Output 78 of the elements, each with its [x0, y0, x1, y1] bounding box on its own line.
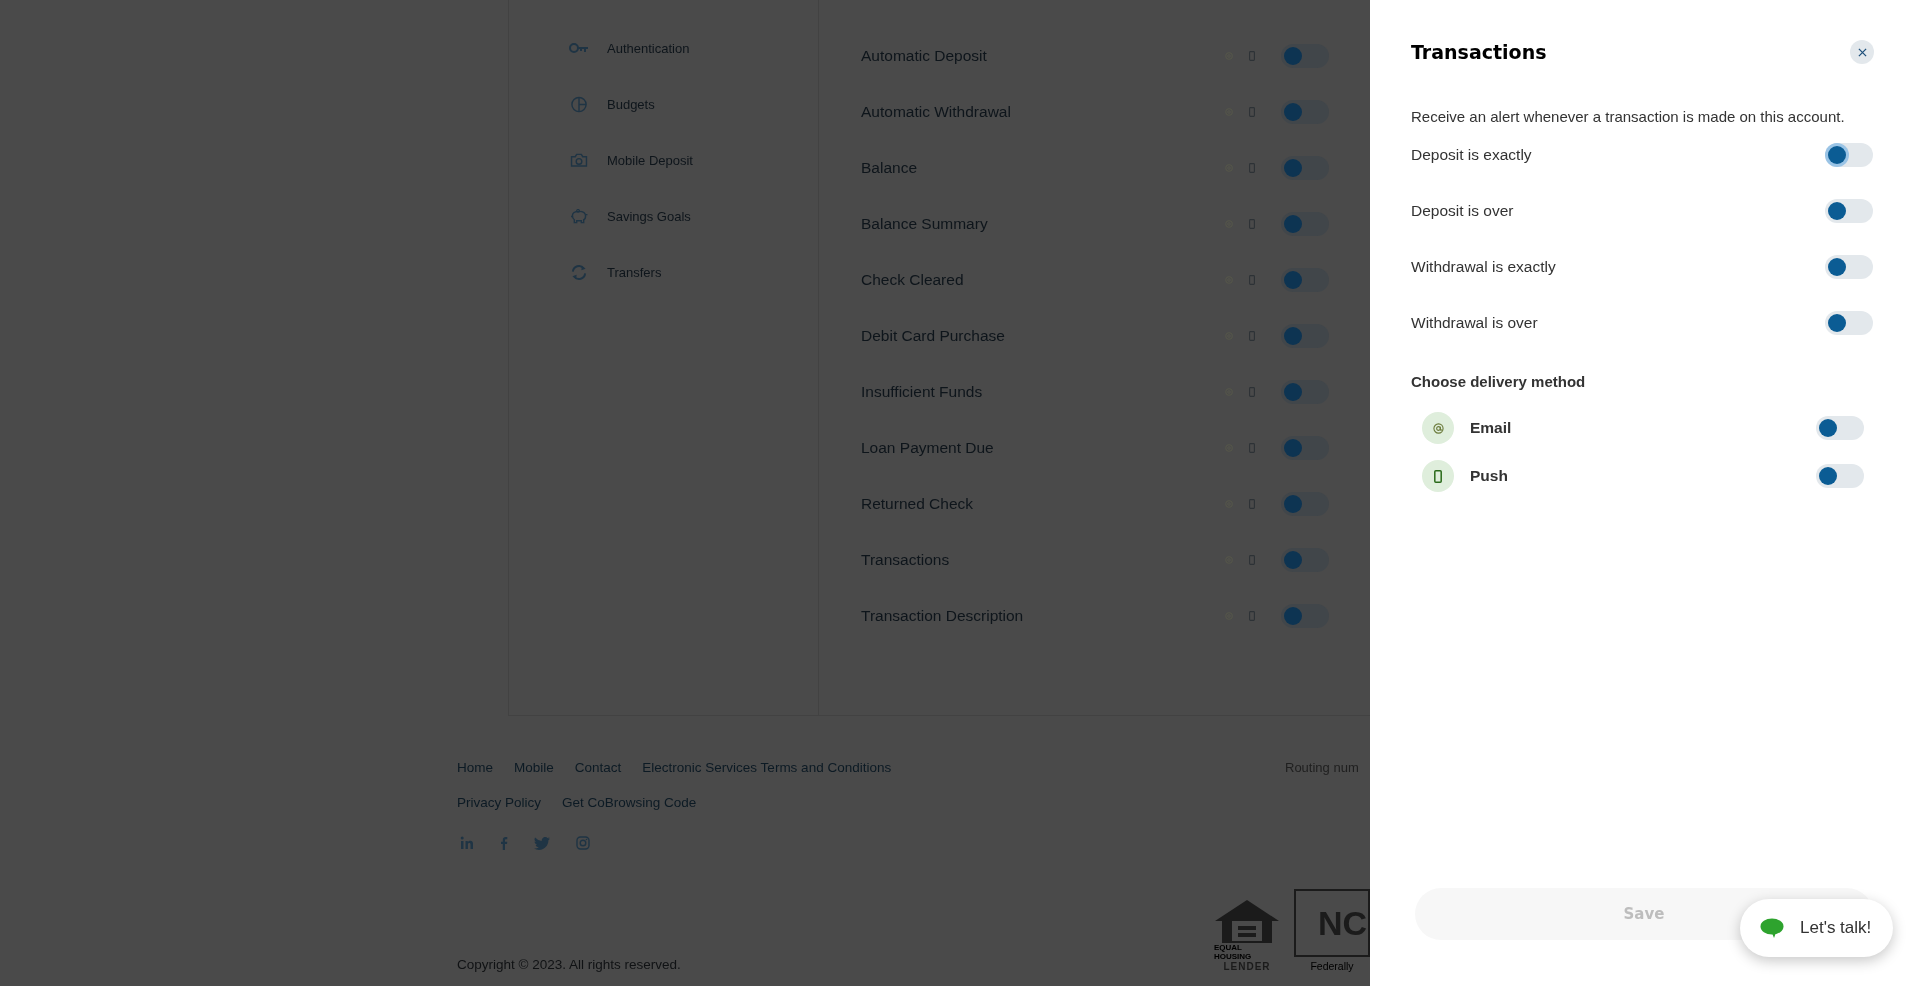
option-label: Withdrawal is over — [1411, 314, 1538, 332]
phone-icon — [1249, 499, 1255, 509]
alert-label: Balance Summary — [861, 215, 989, 233]
footer-link[interactable]: Home — [457, 760, 493, 775]
toggle-switch[interactable] — [1825, 255, 1873, 279]
sidebar-item[interactable]: Mobile Deposit — [509, 132, 818, 188]
footer-link[interactable]: Privacy Policy — [457, 795, 542, 810]
sidebar-item[interactable]: Authentication — [509, 20, 818, 76]
sidebar-item[interactable]: Savings Goals — [509, 188, 818, 244]
phone-icon — [1249, 51, 1255, 61]
logo-caption: Federally — [1310, 960, 1354, 972]
facebook-icon[interactable] — [500, 836, 508, 850]
toggle-switch[interactable] — [1816, 416, 1864, 440]
phone-icon — [1434, 469, 1442, 483]
toggle-switch[interactable] — [1281, 324, 1329, 348]
toggle-switch[interactable] — [1281, 604, 1329, 628]
description-text: Receive an alert whenever a transaction is made on this account. — [1411, 108, 1846, 125]
alert-label: Loan Payment Due — [861, 439, 995, 457]
toggle-switch[interactable] — [1825, 143, 1873, 167]
footer-link[interactable]: Contact — [574, 760, 622, 775]
option-label: Deposit is exactly — [1411, 146, 1532, 164]
phone-icon — [1249, 219, 1255, 229]
copyright-text: Copyright © 2023. All rights reserved. — [457, 957, 681, 972]
linkedin-icon[interactable] — [460, 836, 474, 850]
toggle-switch[interactable] — [1825, 311, 1873, 335]
panel-title: Transactions — [1411, 41, 1547, 63]
alert-label: Transactions — [861, 551, 951, 569]
toggle-switch[interactable] — [1281, 548, 1329, 572]
toggle-switch[interactable] — [1281, 268, 1329, 292]
phone-icon — [1249, 107, 1255, 117]
camera-icon — [569, 153, 589, 167]
piggy-bank-icon — [569, 208, 589, 224]
phone-icon — [1249, 611, 1255, 621]
alert-label: Insufficient Funds — [861, 383, 984, 401]
footer-link[interactable]: Electronic Services Terms and Conditions — [642, 760, 892, 775]
alert-label: Automatic Deposit — [861, 47, 988, 65]
toggle-switch[interactable] — [1281, 380, 1329, 404]
pie-chart-icon — [569, 95, 589, 113]
phone-icon — [1249, 331, 1255, 341]
instagram-icon[interactable] — [576, 836, 590, 850]
option-label: Deposit is over — [1411, 202, 1514, 220]
phone-icon — [1249, 163, 1255, 173]
phone-icon — [1249, 555, 1255, 565]
speech-bubble-icon — [1760, 918, 1784, 938]
close-icon — [1857, 47, 1867, 57]
toggle-switch[interactable] — [1281, 492, 1329, 516]
twitter-icon[interactable] — [534, 836, 550, 850]
alert-label: Transaction Description — [861, 607, 1025, 625]
at-sign-icon — [1432, 422, 1444, 434]
logo-caption: EQUAL HOUSING — [1214, 943, 1253, 961]
option-label: Withdrawal is exactly — [1411, 258, 1556, 276]
toggle-switch[interactable] — [1825, 199, 1873, 223]
alert-label: Debit Card Purchase — [861, 327, 1006, 345]
delivery-label: Push — [1470, 467, 1509, 485]
chat-toast[interactable]: Let's talk! — [1740, 899, 1894, 957]
key-icon — [569, 42, 589, 54]
toggle-switch[interactable] — [1281, 44, 1329, 68]
toggle-switch[interactable] — [1816, 464, 1864, 488]
phone-icon — [1249, 387, 1255, 397]
alert-label: Returned Check — [861, 495, 974, 513]
alert-label: Balance — [861, 159, 918, 177]
close-button[interactable] — [1850, 40, 1874, 64]
phone-icon — [1249, 275, 1255, 285]
sidebar-item[interactable]: Budgets — [509, 76, 818, 132]
alert-label: Check Cleared — [861, 271, 965, 289]
alert-label: Automatic Withdrawal — [861, 103, 1012, 121]
house-icon — [1214, 899, 1280, 943]
refresh-icon — [569, 263, 589, 281]
section-heading: Choose delivery method — [1411, 373, 1587, 390]
footer-link[interactable]: Mobile — [514, 760, 554, 775]
phone-icon — [1249, 443, 1255, 453]
footer-link[interactable]: Get CoBrowsing Code — [562, 795, 697, 810]
toggle-switch[interactable] — [1281, 212, 1329, 236]
toggle-switch[interactable] — [1281, 100, 1329, 124]
toggle-switch[interactable] — [1281, 156, 1329, 180]
delivery-label: Email — [1470, 419, 1513, 437]
toggle-switch[interactable] — [1281, 436, 1329, 460]
sidebar-item[interactable]: Transfers — [509, 244, 818, 300]
